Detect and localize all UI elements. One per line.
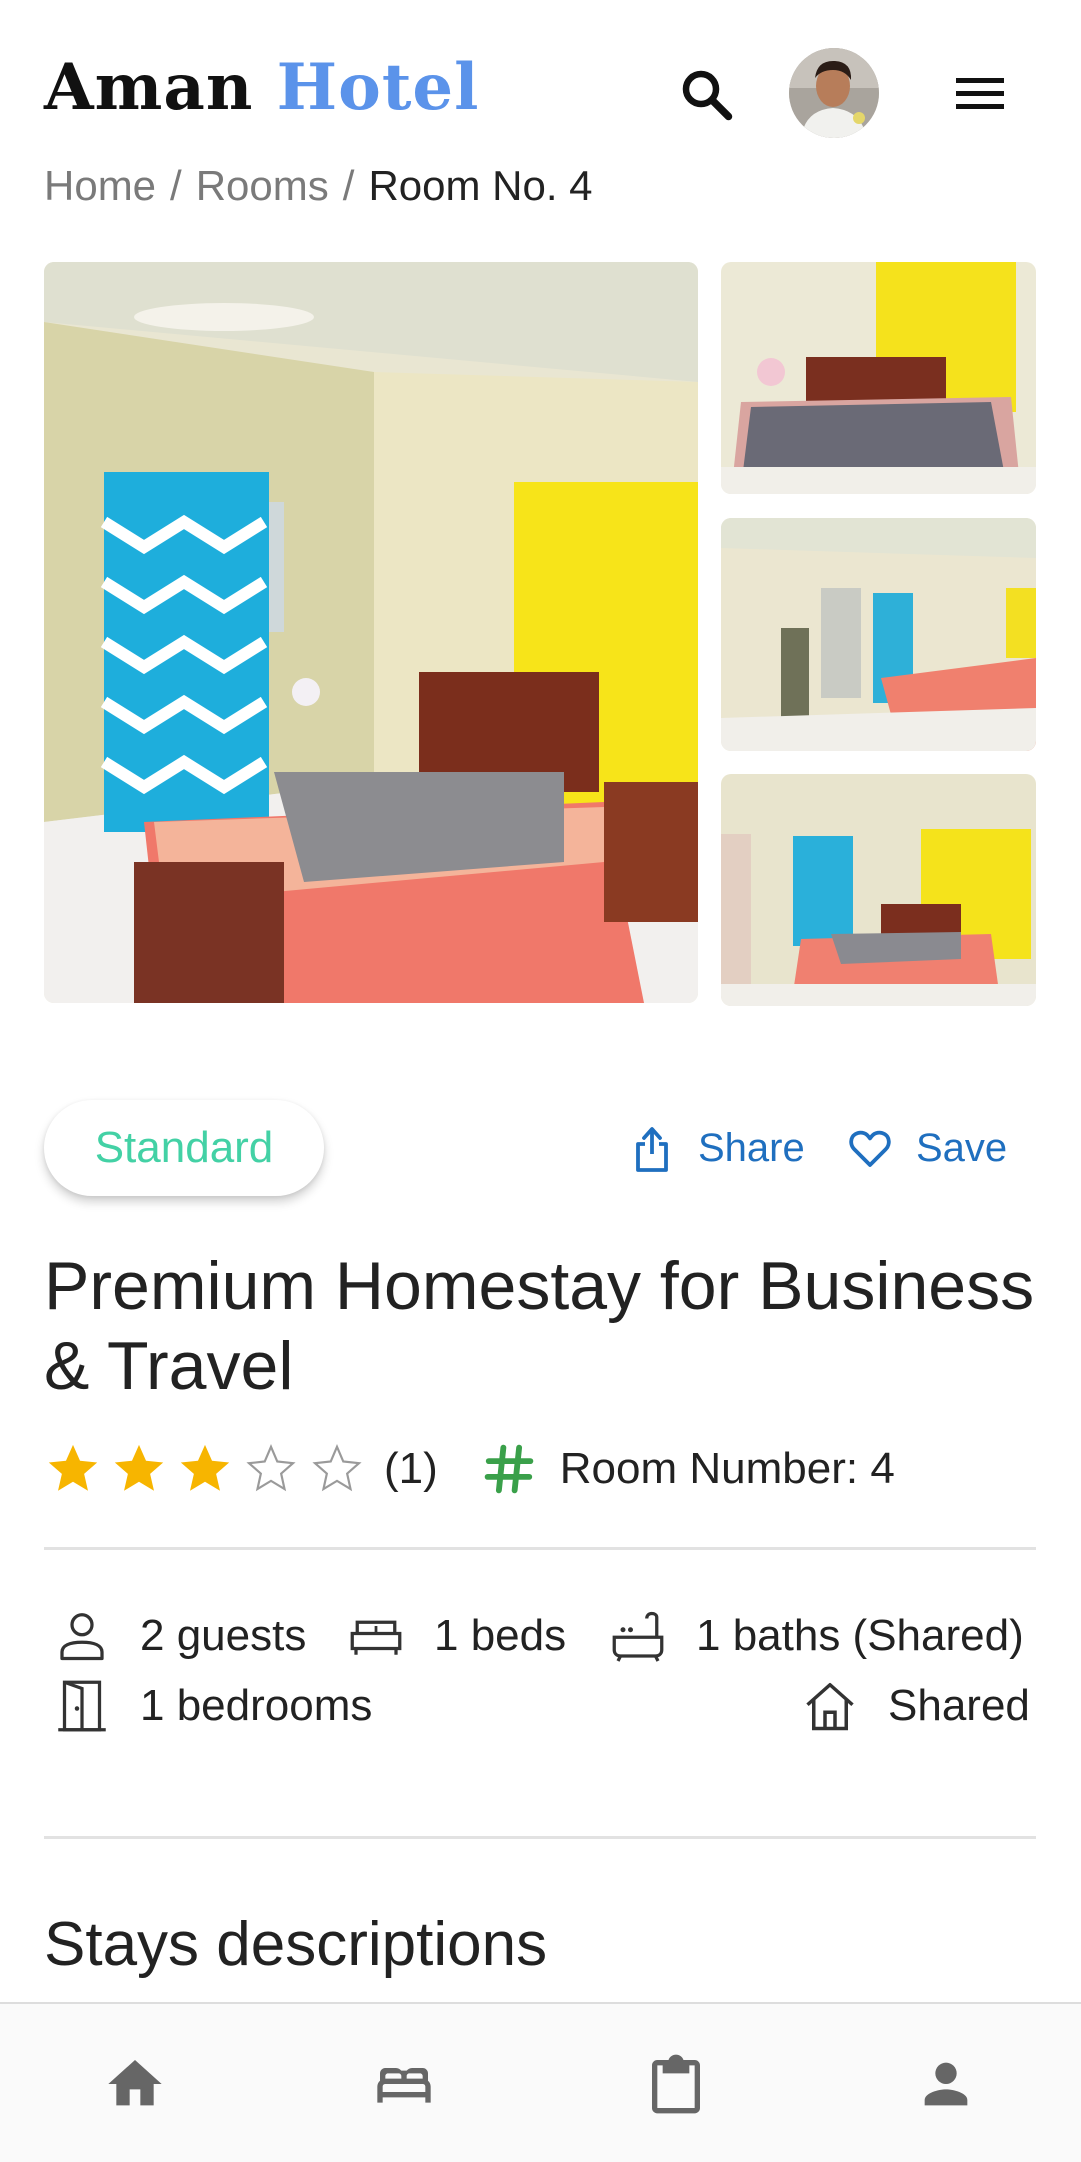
share-icon	[636, 1127, 668, 1172]
logo-text-accent: Hotel	[276, 50, 480, 125]
guests-count: 2 guests	[140, 1611, 307, 1660]
door-icon	[58, 1680, 106, 1732]
gallery-thumbnail-3[interactable]	[721, 774, 1036, 1006]
save-label: Save	[916, 1125, 1008, 1170]
house-outline-icon	[806, 1683, 854, 1731]
bed-outline-icon	[350, 1620, 402, 1655]
person-outline-icon	[60, 1613, 104, 1661]
clipboard-icon	[652, 2054, 700, 2114]
home-icon	[108, 2060, 162, 2106]
nav-home[interactable]	[103, 2052, 167, 2116]
breadcrumb-home[interactable]: Home	[44, 162, 156, 209]
rating-row: (1) Room Number: 4	[44, 1434, 895, 1504]
share-button[interactable]: Share	[628, 1118, 805, 1178]
star-empty-icon	[312, 1443, 362, 1492]
divider	[44, 1547, 1036, 1550]
bedrooms-count: 1 bedrooms	[140, 1681, 373, 1730]
search-icon[interactable]	[676, 64, 736, 124]
nav-bookings[interactable]	[644, 2052, 708, 2116]
save-button[interactable]: Save	[846, 1118, 1007, 1178]
app-header: Aman Hotel	[0, 0, 1081, 160]
breadcrumb-rooms[interactable]: Rooms	[196, 162, 329, 209]
nav-rooms[interactable]	[372, 2052, 436, 2116]
feature-bedrooms: 1 bedrooms	[52, 1674, 372, 1738]
star-filled-icon	[114, 1444, 164, 1491]
logo-text-primary: Aman	[44, 50, 254, 125]
bottom-navigation	[0, 2002, 1081, 2162]
avatar[interactable]	[789, 48, 879, 138]
gallery-main-image[interactable]	[44, 262, 698, 1003]
review-count[interactable]: (1)	[384, 1444, 438, 1494]
share-label: Share	[698, 1125, 805, 1170]
breadcrumb-current: Room No. 4	[368, 162, 593, 209]
gallery-thumbnail-1[interactable]	[721, 262, 1036, 494]
person-icon	[924, 2062, 968, 2106]
room-number: Room Number: 4	[559, 1444, 895, 1493]
feature-guests: 2 guests	[52, 1604, 306, 1668]
gallery-thumbnail-2[interactable]	[721, 518, 1036, 751]
star-filled-icon	[180, 1444, 230, 1491]
star-filled-icon	[48, 1444, 98, 1491]
breadcrumb: Home / Rooms / Room No. 4	[44, 160, 593, 212]
hash-icon	[484, 1444, 534, 1494]
breadcrumb-separator: /	[170, 162, 182, 209]
star-empty-icon	[246, 1443, 296, 1492]
section-title-descriptions: Stays descriptions	[44, 1910, 548, 1979]
bed-icon	[377, 2068, 431, 2103]
feature-baths: 1 baths (Shared)	[608, 1604, 1024, 1668]
app-logo[interactable]: Aman Hotel	[44, 48, 479, 128]
feature-room-type: Shared	[800, 1674, 1030, 1738]
nav-profile[interactable]	[914, 2052, 978, 2116]
room-category-chip[interactable]: Standard	[44, 1100, 324, 1196]
baths-count: 1 baths (Shared)	[696, 1611, 1024, 1660]
breadcrumb-separator: /	[342, 162, 355, 209]
hamburger-menu-icon[interactable]	[950, 68, 1010, 120]
bathtub-icon	[612, 1611, 664, 1662]
room-title: Premium Homestay for Business & Travel	[44, 1248, 1035, 1404]
room-type: Shared	[888, 1681, 1030, 1730]
divider	[44, 1836, 1036, 1839]
heart-icon	[849, 1130, 891, 1167]
feature-beds: 1 beds	[346, 1604, 566, 1668]
beds-count: 1 beds	[434, 1611, 567, 1660]
